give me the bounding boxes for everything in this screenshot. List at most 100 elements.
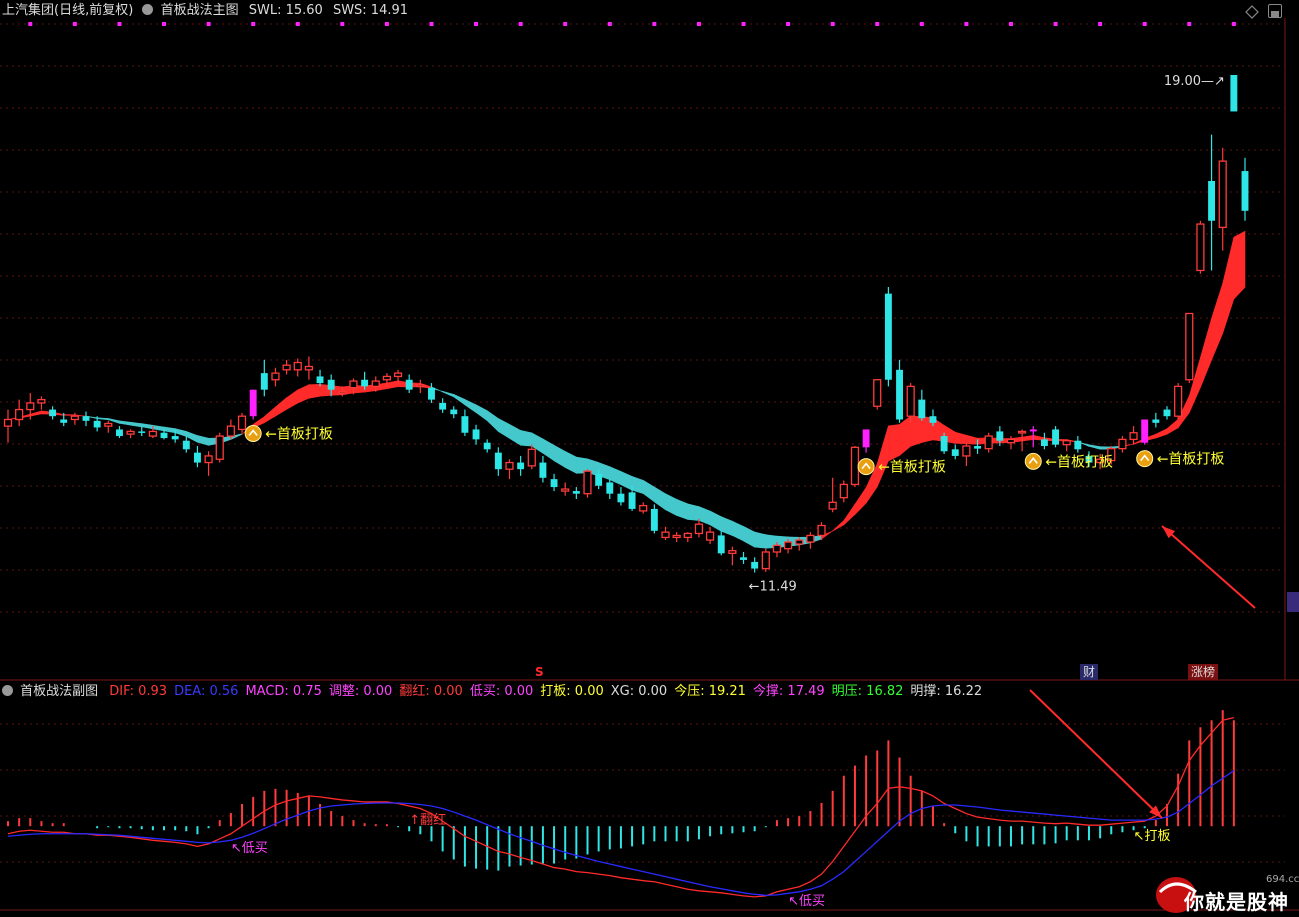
sub-indicator-value: 调整: 0.00 (328, 684, 393, 699)
sws-value: SWS: 14.91 (332, 3, 409, 18)
candle-body-down (361, 379, 369, 387)
candle-body-down (572, 491, 580, 494)
signal-dot (1231, 22, 1236, 26)
ribbon-segment-down (665, 493, 677, 516)
ribbon-segment-down (96, 417, 109, 421)
sub-chart-header: 首板战法副图 DIF: 0.93 DEA: 0.56 MACD: 0.75 调整: 0… (2, 683, 982, 701)
ribbon-segment-down (743, 525, 755, 548)
signal-dot (696, 22, 701, 26)
signal-label: ←首板打板 (1157, 451, 1225, 468)
candle-body-down (918, 399, 926, 419)
candle-body-up (126, 430, 135, 435)
macd-signal-label: ↖低买 (788, 894, 825, 909)
signal-dot (28, 22, 33, 26)
signal-dot (1187, 22, 1192, 26)
indicator-circle-icon[interactable] (2, 685, 13, 696)
signal-dot (607, 22, 612, 26)
candle-body-up (393, 372, 403, 378)
candle-body-up (828, 501, 837, 510)
candle-body-up (783, 541, 793, 550)
candle-body-up (15, 408, 24, 421)
candle-body-down (428, 387, 435, 400)
indicator-circle-icon[interactable] (142, 4, 154, 15)
ribbon-segment-down (631, 475, 644, 494)
sub-indicator-value: 今压: 19.21 (674, 684, 746, 699)
low-price-label: ←11.49 (749, 580, 797, 595)
collapse-diamond-icon[interactable] (1245, 4, 1259, 19)
signal-dot (652, 22, 657, 26)
stock-title[interactable]: 上汽集团(日线,前复权) (2, 3, 133, 18)
candle-body-up (1129, 432, 1138, 441)
ribbon-segment-down (486, 410, 499, 433)
signal-dot (964, 22, 969, 26)
candle-body-up (873, 379, 882, 407)
candle-body-up (1006, 438, 1016, 444)
candle-body-down (1208, 181, 1216, 221)
candle-body-up (204, 455, 213, 464)
sub-indicator-value: 翻红: 0.00 (399, 684, 463, 699)
ribbon-segment-up (1200, 318, 1212, 388)
ribbon-segment-down (152, 424, 165, 432)
signal-label: ←首板打板 (1045, 453, 1113, 470)
sub-indicator-name[interactable]: 首板战法副图 (20, 684, 98, 699)
window-toggle-icon[interactable] (1268, 4, 1282, 18)
ribbon-segment-down (620, 470, 633, 491)
candle-body-down (327, 379, 335, 390)
candle-body-up (282, 364, 291, 371)
candle-body-down (494, 452, 502, 470)
signal-coin-icon (857, 458, 875, 476)
ribbon-segment-down (754, 531, 767, 549)
candle-body-up (728, 550, 737, 554)
candle-body-up (527, 448, 536, 467)
candle-body-up (984, 435, 993, 450)
candle-body-signal (862, 429, 870, 448)
candle-body-up (1118, 438, 1127, 450)
ribbon-segment-down (186, 430, 198, 443)
signal-dot (117, 22, 122, 26)
candle-body-up (1218, 160, 1227, 229)
ribbon-segment-down (609, 466, 622, 486)
ribbon-segment-down (475, 404, 488, 422)
candle-body-up (850, 446, 860, 486)
candle-body-up (839, 483, 848, 499)
limit-list-badge[interactable]: 涨榜 (1188, 664, 1219, 680)
candle-body-down (940, 436, 948, 452)
chart-canvas: ←首板打板 ←首板打板 ←首板打板 ←首板打板 19.00—↗ ←11.49 ↖低买 ↑翻红… (0, 18, 1299, 911)
candle-body-down (193, 452, 201, 463)
annotation-arrow (1161, 525, 1256, 609)
ribbon-segment-down (542, 438, 555, 462)
candle-body-down (606, 482, 614, 494)
signal-dot (1142, 22, 1147, 26)
signal-dot (563, 22, 568, 26)
signal-dot (384, 22, 389, 26)
candle-body-down (1241, 171, 1249, 211)
watermark-domain: 694.cc (1266, 874, 1299, 885)
candle-body-down (1152, 419, 1160, 423)
candle-body-up (293, 361, 302, 371)
candle-body-down (595, 473, 603, 486)
candle-body-up (226, 425, 235, 437)
ribbon-segment-up (29, 410, 42, 417)
ribbon-segment-up (876, 425, 889, 487)
candle-body-up (761, 551, 770, 570)
right-edge-tab[interactable] (1287, 592, 1299, 612)
sub-indicator-value: DIF: 0.93 (109, 684, 168, 699)
candle-body-down (539, 462, 547, 478)
signal-dot (1008, 22, 1013, 26)
candle-body-up (338, 391, 347, 394)
ribbon-segment-down (141, 423, 154, 430)
candle-body-up (349, 380, 358, 389)
candle-body-down (717, 535, 725, 554)
candle-body-up (639, 504, 648, 512)
candle-body-down (1040, 439, 1048, 446)
candle-body-up (1185, 312, 1194, 381)
ribbon-segment-up (1222, 237, 1235, 334)
candle-body-up (104, 422, 113, 427)
finance-badge[interactable]: 财 (1080, 664, 1099, 680)
main-indicator-name[interactable]: 首板战法主图 (161, 3, 239, 18)
candle-body-down (450, 409, 458, 415)
candlestick-series (3, 75, 1249, 573)
ribbon-segment-up (264, 406, 276, 424)
trend-ribbon (7, 230, 1246, 549)
ribbon-segment-down (509, 423, 521, 446)
